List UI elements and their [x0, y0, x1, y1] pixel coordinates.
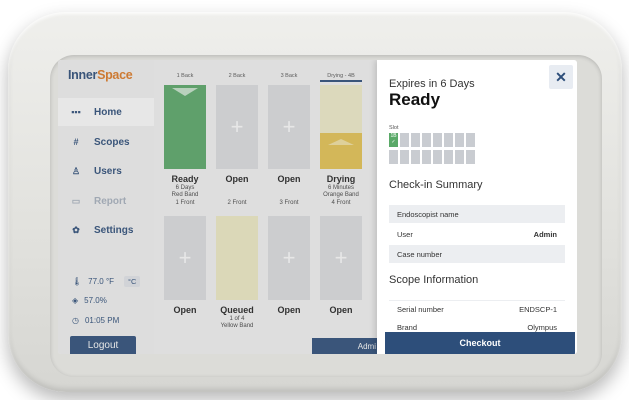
mini-slot: [466, 150, 475, 164]
slot-detail-panel: ✕ Expires in 6 Days Ready Slot 1B ✓ Check…: [377, 60, 577, 354]
expiry-text: Expires in 6 Days: [389, 78, 475, 90]
close-button[interactable]: ✕: [549, 65, 573, 89]
mini-slot: [422, 133, 431, 147]
mini-slot: [400, 133, 409, 147]
checkin-summary-title: Check-in Summary: [389, 179, 483, 191]
mini-slot: [455, 150, 464, 164]
case-number-field[interactable]: Case number: [389, 245, 565, 263]
mini-slot: [455, 133, 464, 147]
mini-slot: [411, 133, 420, 147]
close-icon: ✕: [555, 68, 567, 85]
mini-slot: [389, 150, 398, 164]
scope-info-title: Scope Information: [389, 274, 479, 286]
mini-slot: [411, 150, 420, 164]
mini-slot-selected: 1B ✓: [389, 133, 398, 147]
mini-slot: [400, 150, 409, 164]
slot-label: Slot: [389, 125, 399, 131]
panel-status: Ready: [389, 90, 441, 109]
serial-row: Serial number ENDSCP-1: [389, 300, 565, 318]
user-row: User Admin: [397, 229, 557, 239]
mini-slot: [433, 133, 442, 147]
mini-slot: [433, 150, 442, 164]
mini-slot: [444, 133, 453, 147]
mini-slot: [444, 150, 453, 164]
mini-slot: [466, 133, 475, 147]
touch-screen: InnerSpace ▪▪▪ Home # Scopes ♙ Users ▭ R…: [58, 60, 577, 354]
endoscopist-field[interactable]: Endoscopist name: [389, 205, 565, 223]
checkout-button[interactable]: Checkout: [385, 332, 575, 354]
mini-slot: [422, 150, 431, 164]
modal-backdrop[interactable]: [58, 60, 377, 354]
